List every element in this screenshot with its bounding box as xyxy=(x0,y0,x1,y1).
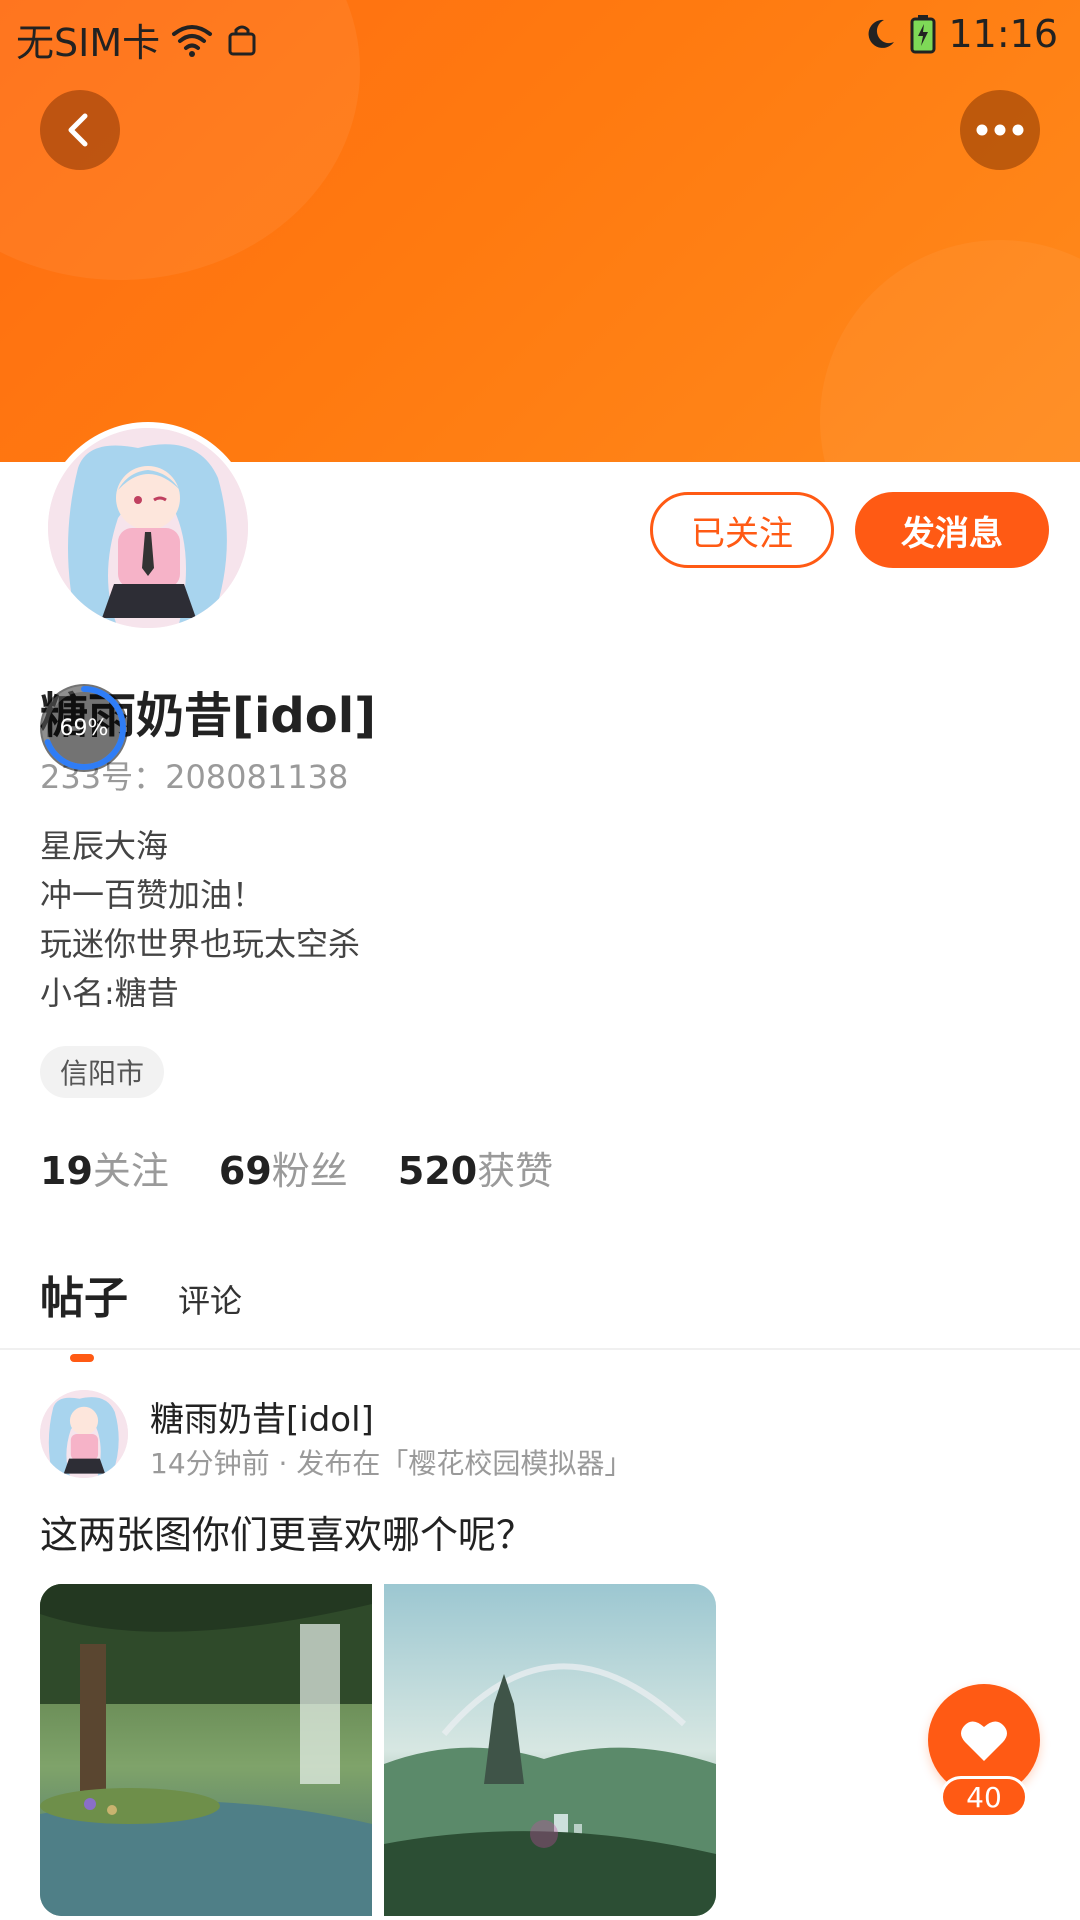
status-bar: 无SIM卡 11:16 xyxy=(0,0,1080,72)
wifi-icon xyxy=(172,24,213,57)
stat-number: 69 xyxy=(218,1149,272,1193)
back-arrow-icon xyxy=(68,113,88,147)
moon-icon xyxy=(869,19,895,48)
stat-fans[interactable]: 69粉丝 xyxy=(219,1140,348,1195)
back-button[interactable] xyxy=(40,90,120,170)
stat-number: 520 xyxy=(397,1149,478,1193)
heart-icon xyxy=(961,1721,1007,1761)
profile-bio: 星辰大海 冲一百赞加油！ 玩迷你世界也玩太空杀 小名:糖昔 xyxy=(40,822,360,1018)
avatar-illustration xyxy=(40,1390,128,1478)
post-meta: 14分钟前 · 发布在「樱花校园模拟器」 xyxy=(150,1447,633,1480)
avatar-illustration xyxy=(48,428,248,628)
progress-badge[interactable]: 69% xyxy=(40,684,128,772)
bag-icon xyxy=(228,25,256,55)
carrier-label: 无SIM卡 xyxy=(16,21,161,65)
status-left: 无SIM卡 xyxy=(16,12,260,67)
bio-line: 小名:糖昔 xyxy=(40,974,179,1012)
post-author-avatar[interactable] xyxy=(40,1390,128,1478)
mountain-waterfall-image xyxy=(384,1584,716,1916)
followed-button[interactable]: 已关注 xyxy=(650,492,834,568)
bio-line: 玩迷你世界也玩太空杀 xyxy=(40,925,361,963)
like-count: 40 xyxy=(940,1776,1028,1818)
bio-line: 星辰大海 xyxy=(40,827,169,865)
post-image[interactable] xyxy=(384,1584,716,1916)
tabs-divider xyxy=(0,1348,1080,1350)
post-image[interactable] xyxy=(40,1584,372,1916)
status-time: 11:16 xyxy=(948,12,1058,56)
stat-label: 获赞 xyxy=(477,1149,554,1193)
stat-label: 粉丝 xyxy=(271,1149,348,1193)
tab-comments[interactable]: 评论 xyxy=(178,1276,242,1322)
tab-posts[interactable]: 帖子 xyxy=(40,1262,128,1362)
bio-line: 冲一百赞加油！ xyxy=(40,876,265,914)
forest-lake-image xyxy=(40,1584,372,1916)
status-right: 11:16 xyxy=(862,12,1058,56)
stat-label: 关注 xyxy=(92,1149,169,1193)
location-tag: 信阳市 xyxy=(40,1046,165,1098)
post-author-name[interactable]: 糖雨奶昔[idol] xyxy=(150,1392,374,1441)
content-tabs: 帖子 评论 xyxy=(40,1262,242,1362)
header-decoration xyxy=(820,240,1080,462)
profile-avatar[interactable] xyxy=(42,422,254,634)
stat-likes[interactable]: 520获赞 xyxy=(398,1140,553,1195)
profile-header-banner: 无SIM卡 11:16 xyxy=(0,0,1080,462)
stat-following[interactable]: 19关注 xyxy=(40,1140,169,1195)
progress-label: 69% xyxy=(59,715,109,741)
more-dots-icon xyxy=(976,124,1024,136)
profile-stats: 19关注 69粉丝 520获赞 xyxy=(40,1140,553,1195)
send-message-button[interactable]: 发消息 xyxy=(855,492,1049,568)
post-text[interactable]: 这两张图你们更喜欢哪个呢？ xyxy=(40,1504,534,1559)
stat-number: 19 xyxy=(40,1149,93,1193)
battery-icon xyxy=(910,15,936,54)
more-button[interactable] xyxy=(960,90,1040,170)
